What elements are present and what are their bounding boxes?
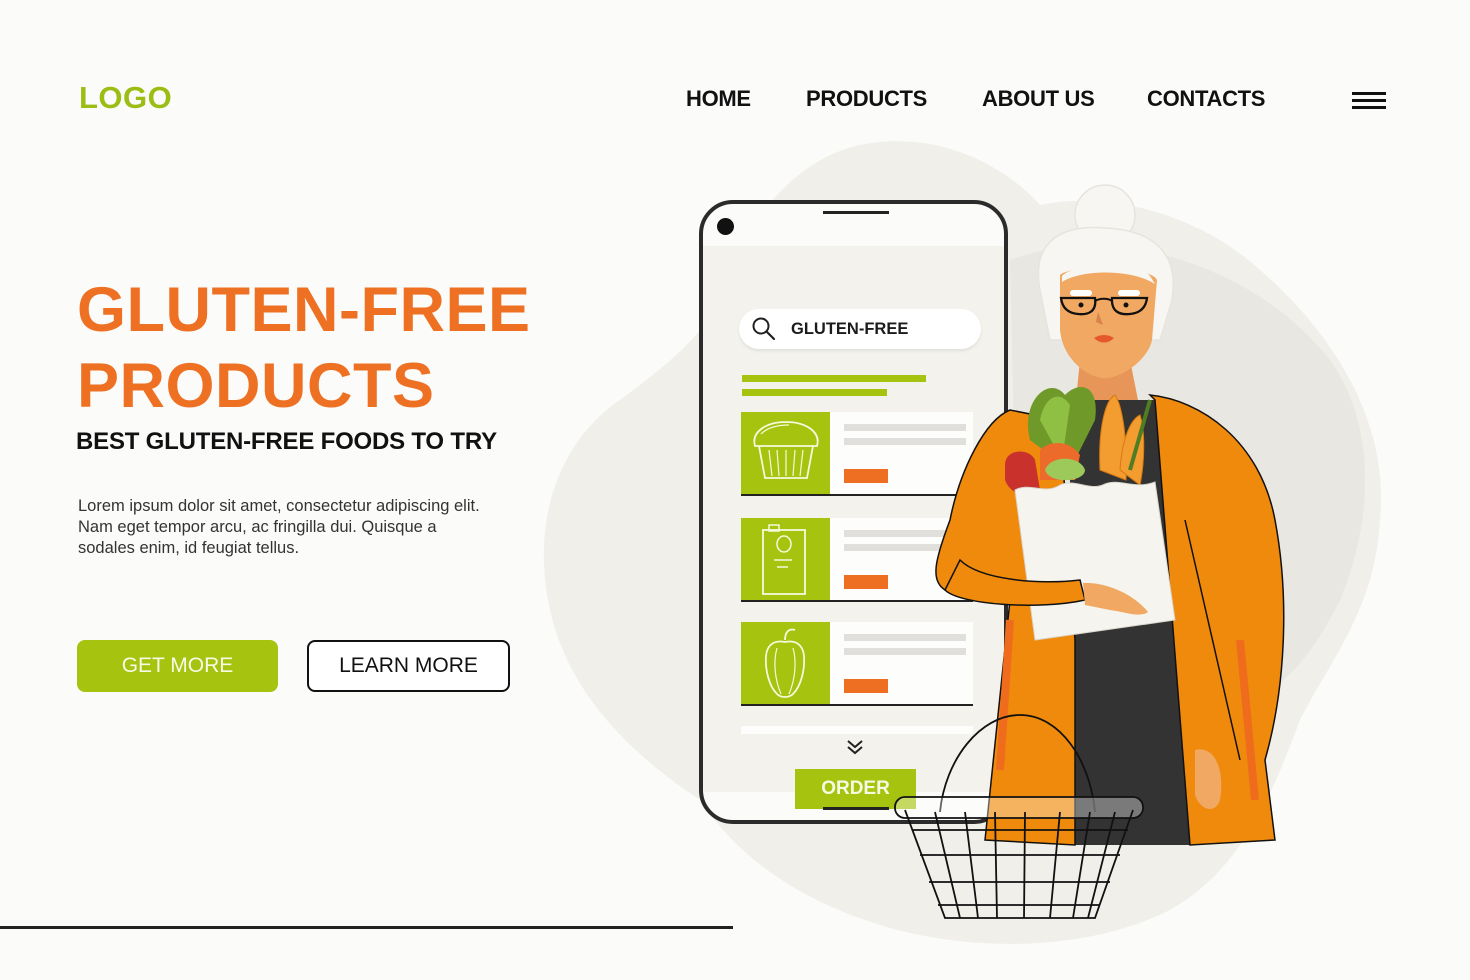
eye <box>1078 302 1084 308</box>
product-thumbnail <box>741 518 830 600</box>
nav-about-us[interactable]: ABOUT US <box>982 86 1095 112</box>
search-input[interactable]: GLUTEN-FREE <box>739 309 981 349</box>
product-card[interactable] <box>741 412 973 496</box>
background-blob <box>543 141 1382 944</box>
phone-screen: GLUTEN-FREE ORDER <box>703 246 1004 809</box>
learn-more-button[interactable]: LEARN MORE <box>307 640 510 692</box>
lips <box>1094 335 1114 343</box>
menu-line <box>1352 99 1386 102</box>
heading-placeholder <box>742 375 926 382</box>
heading-placeholder <box>742 389 887 396</box>
nav-contacts[interactable]: CONTACTS <box>1147 86 1265 112</box>
price-tag <box>844 575 888 589</box>
corn <box>1099 394 1127 481</box>
hero-title-line-1: GLUTEN-FREE <box>77 275 531 345</box>
leafy-greens <box>1040 396 1070 460</box>
double-chevron-down-icon[interactable] <box>844 738 866 756</box>
hero-illustration: GLUTEN-FREE ORDER <box>0 0 1470 980</box>
product-thumbnail <box>741 622 830 704</box>
phone-mockup: GLUTEN-FREE ORDER <box>699 200 1008 824</box>
description-line: sodales enim, id feugiat tellus. <box>78 539 300 557</box>
phone-speaker <box>823 211 889 214</box>
main-nav: HOME PRODUCTS ABOUT US CONTACTS <box>0 86 1470 116</box>
green-onion <box>1128 399 1152 471</box>
shopping-basket-icon <box>894 714 1144 919</box>
product-card[interactable] <box>741 622 973 706</box>
hand <box>1195 749 1222 810</box>
text-placeholder <box>844 530 966 537</box>
tomato <box>1040 443 1080 480</box>
eyebrow <box>1118 290 1140 296</box>
hamburger-menu-icon[interactable] <box>1352 90 1386 112</box>
nav-products[interactable]: PRODUCTS <box>806 86 927 112</box>
face <box>1060 268 1157 379</box>
text-placeholder <box>844 438 966 445</box>
text-placeholder <box>844 544 966 551</box>
menu-line <box>1352 92 1386 95</box>
grocery-bag <box>1014 481 1176 641</box>
hair-bun <box>1074 184 1136 246</box>
bell-pepper-icon <box>764 628 806 698</box>
text-placeholder <box>844 648 966 655</box>
woman-illustration <box>894 184 1285 919</box>
eye <box>1123 302 1129 308</box>
cabbage <box>1045 458 1085 481</box>
text-placeholder <box>844 424 966 431</box>
cardigan-right <box>1147 394 1285 846</box>
next-item-placeholder <box>741 726 973 734</box>
red-pepper <box>1005 451 1040 496</box>
menu-line <box>1352 106 1386 109</box>
description-line: Nam eget tempor arcu, ac fringilla dui. … <box>78 518 437 536</box>
hero-subtitle: BEST GLUTEN-FREE FOODS TO TRY <box>76 428 497 455</box>
price-tag <box>844 679 888 693</box>
neck <box>1075 360 1140 410</box>
muffin-icon <box>753 421 819 479</box>
hand <box>1083 582 1148 615</box>
product-thumbnail <box>741 412 830 494</box>
get-more-button[interactable]: GET MORE <box>77 640 278 692</box>
glasses-lens <box>1110 296 1149 316</box>
glasses-lens <box>1059 296 1097 316</box>
product-card[interactable] <box>741 518 973 602</box>
nav-home[interactable]: HOME <box>686 86 751 112</box>
milk-carton-icon <box>762 524 806 595</box>
hero-description: Lorem ipsum dolor sit amet, consectetur … <box>78 496 518 559</box>
hero-title: GLUTEN-FREE PRODUCTS <box>77 272 530 424</box>
search-value: GLUTEN-FREE <box>791 319 909 338</box>
description-line: Lorem ipsum dolor sit amet, consectetur … <box>78 497 480 515</box>
dress <box>1070 400 1190 845</box>
hair <box>1037 226 1174 341</box>
blob-shade <box>1010 246 1365 700</box>
cardigan-fold <box>996 619 1259 801</box>
order-button[interactable]: ORDER <box>795 769 916 809</box>
divider-line <box>0 926 733 929</box>
search-icon <box>752 317 776 341</box>
eyebrow <box>1070 290 1092 296</box>
cardigan-edge <box>1184 519 1241 761</box>
fringe <box>1062 265 1155 284</box>
text-placeholder <box>844 634 966 641</box>
corn <box>1119 414 1145 486</box>
leafy-greens <box>1028 387 1096 470</box>
hero-title-line-2: PRODUCTS <box>77 351 435 421</box>
nose <box>1096 312 1103 325</box>
camera-icon <box>717 218 734 235</box>
glasses-bridge <box>1094 297 1113 302</box>
price-tag <box>844 469 888 483</box>
